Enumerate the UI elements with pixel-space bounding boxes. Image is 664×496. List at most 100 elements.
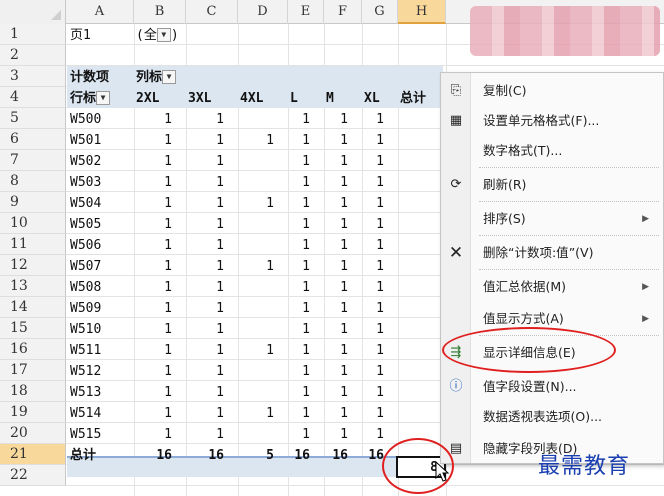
pivot-row-label: W507 bbox=[70, 259, 102, 274]
pivot-value-cell: 1 bbox=[302, 280, 310, 295]
pivot-row-label: W510 bbox=[70, 322, 102, 337]
select-all-corner[interactable] bbox=[0, 0, 66, 24]
page-filter-value[interactable]: (全 ▼) bbox=[136, 25, 179, 46]
row-header-21[interactable]: 21 bbox=[0, 444, 66, 465]
pivot-value-cell: 1 bbox=[216, 175, 224, 190]
pivot-value-cell: 1 bbox=[216, 406, 224, 421]
row-header-15[interactable]: 15 bbox=[0, 318, 66, 339]
row-header-2[interactable]: 2 bbox=[0, 45, 66, 66]
pivot-column-labels[interactable]: 列标 ▼ bbox=[136, 67, 177, 88]
pivot-value-cell: 1 bbox=[266, 259, 274, 274]
pivot-total-cell: 5 bbox=[266, 448, 274, 463]
pivot-value-cell: 1 bbox=[340, 175, 348, 190]
pivot-value-field-label: 计数项 bbox=[70, 70, 110, 85]
pivot-row-labels[interactable]: 行标 ▼ bbox=[70, 88, 111, 109]
column-header-b[interactable]: B bbox=[134, 0, 186, 24]
menu-item[interactable]: 排序(S) ▶ bbox=[441, 205, 664, 233]
pivot-value-cell: 1 bbox=[302, 196, 310, 211]
column-header-h[interactable]: H bbox=[398, 0, 446, 24]
pivot-row-label: W504 bbox=[70, 196, 102, 211]
column-header-f[interactable]: F bbox=[324, 0, 362, 24]
pivot-value-cell: 1 bbox=[376, 322, 384, 337]
menu-item[interactable]: ⎘ 复制(C) bbox=[441, 77, 664, 105]
pivot-value-cell: 1 bbox=[266, 406, 274, 421]
column-header-c[interactable]: C bbox=[186, 0, 238, 24]
menu-item-label: 刷新(R) bbox=[483, 177, 527, 192]
row-header-16[interactable]: 16 bbox=[0, 339, 66, 360]
row-header-9[interactable]: 9 bbox=[0, 192, 66, 213]
pivot-value-cell: 1 bbox=[266, 343, 274, 358]
pivot-value-cell: 1 bbox=[216, 196, 224, 211]
row-header-7[interactable]: 7 bbox=[0, 150, 66, 171]
row-header-10[interactable]: 10 bbox=[0, 213, 66, 234]
pivot-value-cell: 1 bbox=[340, 133, 348, 148]
row-header-6[interactable]: 6 bbox=[0, 129, 66, 150]
row-header-8[interactable]: 8 bbox=[0, 171, 66, 192]
pivot-value-cell: 1 bbox=[376, 154, 384, 169]
pivot-value-cell: 1 bbox=[302, 112, 310, 127]
row-header-5[interactable]: 5 bbox=[0, 108, 66, 129]
submenu-arrow-icon: ▶ bbox=[642, 282, 649, 292]
pivot-row-label: W505 bbox=[70, 217, 102, 232]
pivot-value-cell: 1 bbox=[302, 322, 310, 337]
pivot-value-cell bbox=[238, 382, 278, 403]
pivot-row-label: W509 bbox=[70, 301, 102, 316]
pivot-value-cell: 1 bbox=[216, 427, 224, 442]
menu-item[interactable]: ⓘ 值字段设置(N)... bbox=[441, 373, 664, 401]
pivot-row-label: W502 bbox=[70, 154, 102, 169]
column-header-d[interactable]: D bbox=[238, 0, 288, 24]
pivot-row-label: W501 bbox=[70, 133, 102, 148]
menu-item-label: 数字格式(T)... bbox=[483, 143, 563, 158]
column-header-g[interactable]: G bbox=[362, 0, 398, 24]
grid-line bbox=[66, 485, 664, 486]
pivot-value-cell: 1 bbox=[164, 238, 172, 253]
row-header-18[interactable]: 18 bbox=[0, 381, 66, 402]
pivot-value-cell: 1 bbox=[302, 154, 310, 169]
row-filter-dropdown-icon[interactable]: ▼ bbox=[96, 90, 111, 105]
menu-item[interactable]: 数字格式(T)... bbox=[441, 137, 664, 165]
pivot-row-label: W508 bbox=[70, 280, 102, 295]
column-header-e[interactable]: E bbox=[288, 0, 324, 24]
pivot-value-cell: 1 bbox=[340, 238, 348, 253]
pivot-value-cell: 1 bbox=[376, 175, 384, 190]
pivot-value-cell: 1 bbox=[302, 133, 310, 148]
pivot-column-header: M bbox=[326, 91, 334, 106]
pivot-value-cell: 1 bbox=[266, 133, 274, 148]
row-header-22[interactable]: 22 bbox=[0, 465, 66, 486]
pivot-value-cell: 1 bbox=[376, 427, 384, 442]
copy-icon: ⎘ bbox=[450, 83, 462, 98]
row-header-14[interactable]: 14 bbox=[0, 297, 66, 318]
menu-item-label: 值字段设置(N)... bbox=[483, 379, 577, 394]
row-header-17[interactable]: 17 bbox=[0, 360, 66, 381]
watermark: 最需教育 bbox=[538, 454, 631, 479]
row-header-13[interactable]: 13 bbox=[0, 276, 66, 297]
pivot-column-header: 3XL bbox=[188, 91, 212, 106]
pivot-value-cell: 1 bbox=[164, 154, 172, 169]
pivot-column-header: XL bbox=[364, 91, 380, 106]
row-header-11[interactable]: 11 bbox=[0, 234, 66, 255]
pivot-value-cell: 1 bbox=[216, 280, 224, 295]
pivot-value-cell bbox=[238, 172, 278, 193]
column-header-a[interactable]: A bbox=[66, 0, 134, 24]
pivot-value-cell: 1 bbox=[340, 196, 348, 211]
menu-item[interactable]: 值汇总依据(M) ▶ bbox=[441, 273, 664, 301]
column-filter-dropdown-icon[interactable]: ▼ bbox=[162, 69, 177, 84]
row-header-19[interactable]: 19 bbox=[0, 402, 66, 423]
row-header-20[interactable]: 20 bbox=[0, 423, 66, 444]
pivot-value-cell: 1 bbox=[216, 238, 224, 253]
menu-item[interactable]: ▦ 设置单元格格式(F)... bbox=[441, 107, 664, 135]
row-header-12[interactable]: 12 bbox=[0, 255, 66, 276]
row-header-1[interactable]: 1 bbox=[0, 24, 66, 45]
pivot-value-cell bbox=[238, 277, 278, 298]
pivot-value-cell: 1 bbox=[340, 280, 348, 295]
row-header-4[interactable]: 4 bbox=[0, 87, 66, 108]
menu-item[interactable]: 数据透视表选项(O)... bbox=[441, 403, 664, 431]
menu-item[interactable]: ⟳ 刷新(R) bbox=[441, 171, 664, 199]
submenu-arrow-icon: ▶ bbox=[642, 314, 649, 324]
pivot-value-cell: 1 bbox=[164, 175, 172, 190]
menu-item[interactable]: ✕ 删除“计数项:值”(V) bbox=[441, 239, 664, 267]
pivot-column-labels-text: 列标 bbox=[136, 70, 163, 85]
row-header-3[interactable]: 3 bbox=[0, 66, 66, 87]
pivot-value-cell bbox=[238, 424, 278, 445]
page-filter-dropdown-icon[interactable]: ▼ bbox=[156, 27, 171, 42]
